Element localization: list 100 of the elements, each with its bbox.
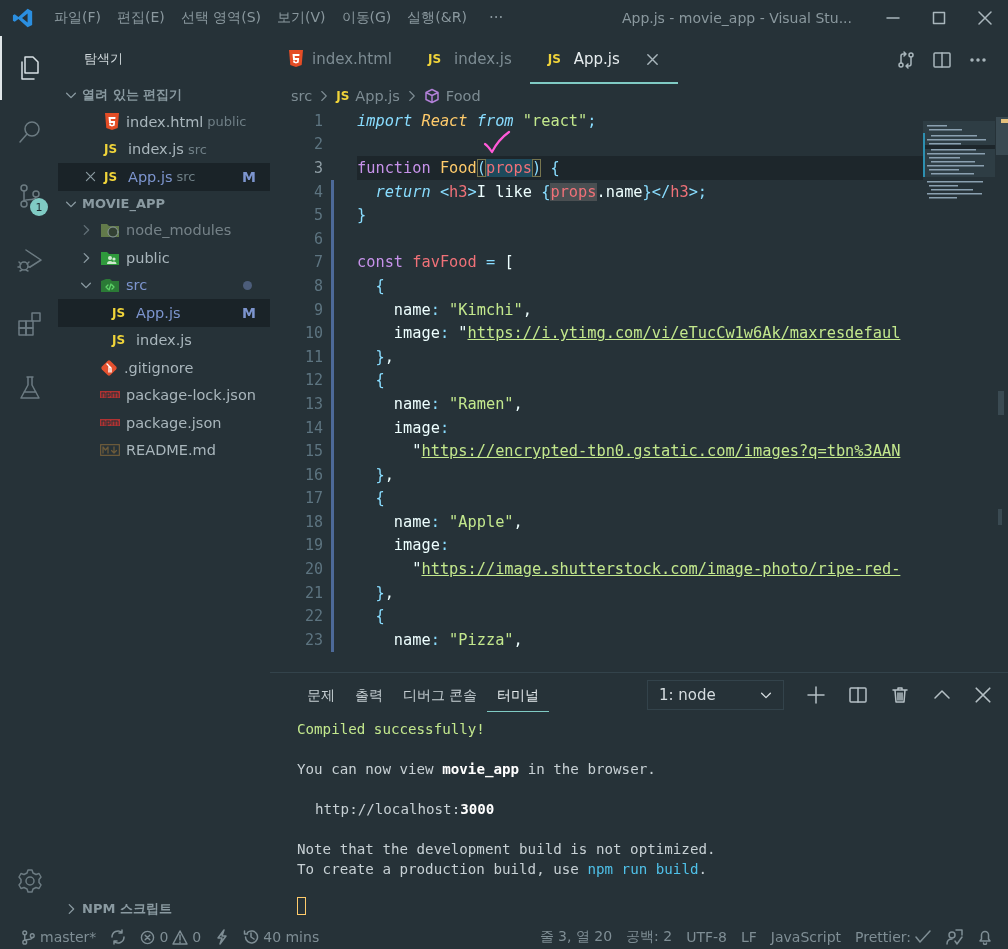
tree-item[interactable]: package-lock.json — [58, 381, 270, 409]
line-number: 14 — [303, 418, 323, 437]
tree-item[interactable]: package.json — [58, 409, 270, 437]
settings-icon[interactable] — [16, 867, 44, 895]
js-file-icon: JS — [104, 169, 122, 184]
tree-item[interactable]: README.md — [58, 436, 270, 464]
tree-item[interactable]: public — [58, 244, 270, 272]
maximize-icon — [932, 11, 946, 25]
js-file-icon: JS — [547, 52, 566, 66]
history-icon — [243, 929, 260, 945]
line-number: 22 — [303, 607, 323, 626]
js-file-icon: JS — [428, 52, 446, 66]
line-number: 19 — [303, 536, 323, 555]
breadcrumb-item[interactable]: src — [291, 87, 313, 104]
trash-icon[interactable] — [890, 685, 910, 705]
panel-tab[interactable]: 터미널 — [487, 678, 550, 712]
code-line: "https://image.shutterstock.com/image-photo/ripe-red- — [411, 560, 901, 579]
line-number: 18 — [303, 512, 323, 531]
line-ending-status[interactable]: LF — [734, 929, 764, 945]
panel-tab[interactable]: 출력 — [345, 678, 393, 712]
tree-item[interactable]: JS App.js M — [58, 299, 270, 327]
code-line: name: "Pizza", — [392, 630, 523, 649]
code-line: function Food(props) { — [357, 159, 560, 177]
split-editor-icon[interactable] — [932, 50, 952, 70]
terminal-dropdown[interactable]: 1: node — [647, 680, 784, 710]
extensions-icon[interactable] — [16, 310, 44, 338]
menu-item[interactable]: 파일(F) — [46, 9, 109, 27]
error-icon — [140, 929, 156, 945]
code-line: name: "Kimchi", — [392, 300, 532, 319]
menu-item[interactable]: 이동(G) — [333, 9, 400, 27]
folder-code-icon — [100, 276, 120, 295]
code-line: { — [374, 276, 385, 295]
code-line: name: "Ramen", — [392, 394, 523, 413]
line-number: 17 — [303, 489, 323, 508]
terminal-line: To create a production build, use npm run build. — [297, 861, 708, 879]
code-line: import React from "react"; — [357, 111, 597, 130]
open-editor-item[interactable]: JS App.js src M — [58, 163, 270, 191]
code-line: { — [374, 489, 385, 508]
html5-icon — [104, 112, 120, 131]
menu-item[interactable]: 보기(V) — [269, 9, 334, 27]
menu-item[interactable]: 실행(&R) — [399, 9, 475, 27]
add-icon[interactable] — [806, 685, 826, 705]
line-number: 12 — [303, 371, 323, 390]
folder-icon — [100, 221, 120, 240]
code-line: }, — [374, 583, 394, 602]
panel-tab[interactable]: 디버그 콘솔 — [393, 678, 488, 712]
terminal-line: You can now view movie_app in the browser. — [297, 761, 657, 780]
menu-item[interactable]: 선택 영역(S) — [172, 9, 270, 27]
breadcrumb-item[interactable]: JS App.js — [336, 87, 400, 104]
line-number: 10 — [303, 324, 323, 343]
sidebar-title: 탐색기 — [83, 50, 124, 68]
code-line: }, — [374, 347, 394, 366]
tree-item[interactable]: src — [58, 271, 270, 299]
run-debug-icon[interactable] — [16, 246, 44, 274]
split-terminal-icon[interactable] — [848, 685, 868, 705]
tree-item[interactable]: .gitignore — [58, 354, 270, 382]
line-number: 5 — [312, 206, 323, 225]
close-icon[interactable] — [83, 170, 97, 184]
line-number: 20 — [303, 560, 323, 579]
lightning-icon — [215, 929, 230, 945]
code-line: image: — [392, 536, 450, 555]
code-line: { — [374, 371, 385, 390]
js-file-icon: JS — [112, 333, 130, 348]
activity-button[interactable]: 1 — [0, 164, 58, 228]
line-number: 23 — [303, 630, 323, 649]
section-header[interactable]: MOVIE_APP — [58, 190, 270, 217]
open-editor-item[interactable]: JS index.js src — [58, 135, 270, 163]
indentation-status[interactable]: 공백: 2 — [619, 928, 680, 946]
tree-item[interactable]: node_modules — [58, 216, 270, 244]
section-header[interactable]: NPM 스크립트 — [58, 893, 270, 925]
open-editor-item[interactable]: index.html public — [58, 108, 270, 136]
history-status[interactable]: 40 mins — [236, 929, 327, 945]
warning-icon — [172, 929, 189, 945]
check-icon — [915, 930, 931, 944]
markdown-icon — [100, 444, 120, 457]
modified-dot — [243, 280, 252, 290]
menu-item[interactable]: 편집(E) — [109, 9, 173, 27]
panel-tab[interactable]: 문제 — [297, 678, 345, 712]
section-header[interactable]: 열려 있는 편집기 — [58, 82, 270, 108]
editor-tab[interactable]: index.html — [270, 36, 410, 84]
editor-tab[interactable]: JS App.js — [529, 36, 678, 84]
close-icon[interactable] — [974, 686, 992, 704]
code-line: return <h3>I like {props.name}</h3>; — [374, 182, 708, 201]
line-number: 8 — [312, 276, 323, 295]
line-number: 9 — [312, 300, 323, 319]
editor-tab[interactable]: JS index.js — [410, 36, 530, 84]
js-file-icon: JS — [112, 305, 130, 320]
tree-item[interactable]: JS index.js — [58, 326, 270, 354]
branch-status[interactable]: master* — [14, 929, 104, 945]
cursor-position[interactable]: 줄 3, 열 20 — [532, 928, 620, 946]
language-status[interactable]: JavaScript — [763, 929, 849, 945]
line-number: 1 — [312, 111, 323, 130]
line-number: 16 — [303, 465, 323, 484]
compare-changes-icon[interactable] — [896, 50, 916, 70]
encoding-status[interactable]: UTF-8 — [679, 929, 734, 945]
more-menu-button[interactable]: ··· — [474, 9, 518, 27]
close-icon[interactable] — [644, 51, 660, 67]
problems-status[interactable]: 0 0 — [133, 929, 209, 945]
formatter-status[interactable]: Prettier: — [848, 929, 938, 945]
breadcrumb-item[interactable]: Food — [423, 87, 481, 104]
